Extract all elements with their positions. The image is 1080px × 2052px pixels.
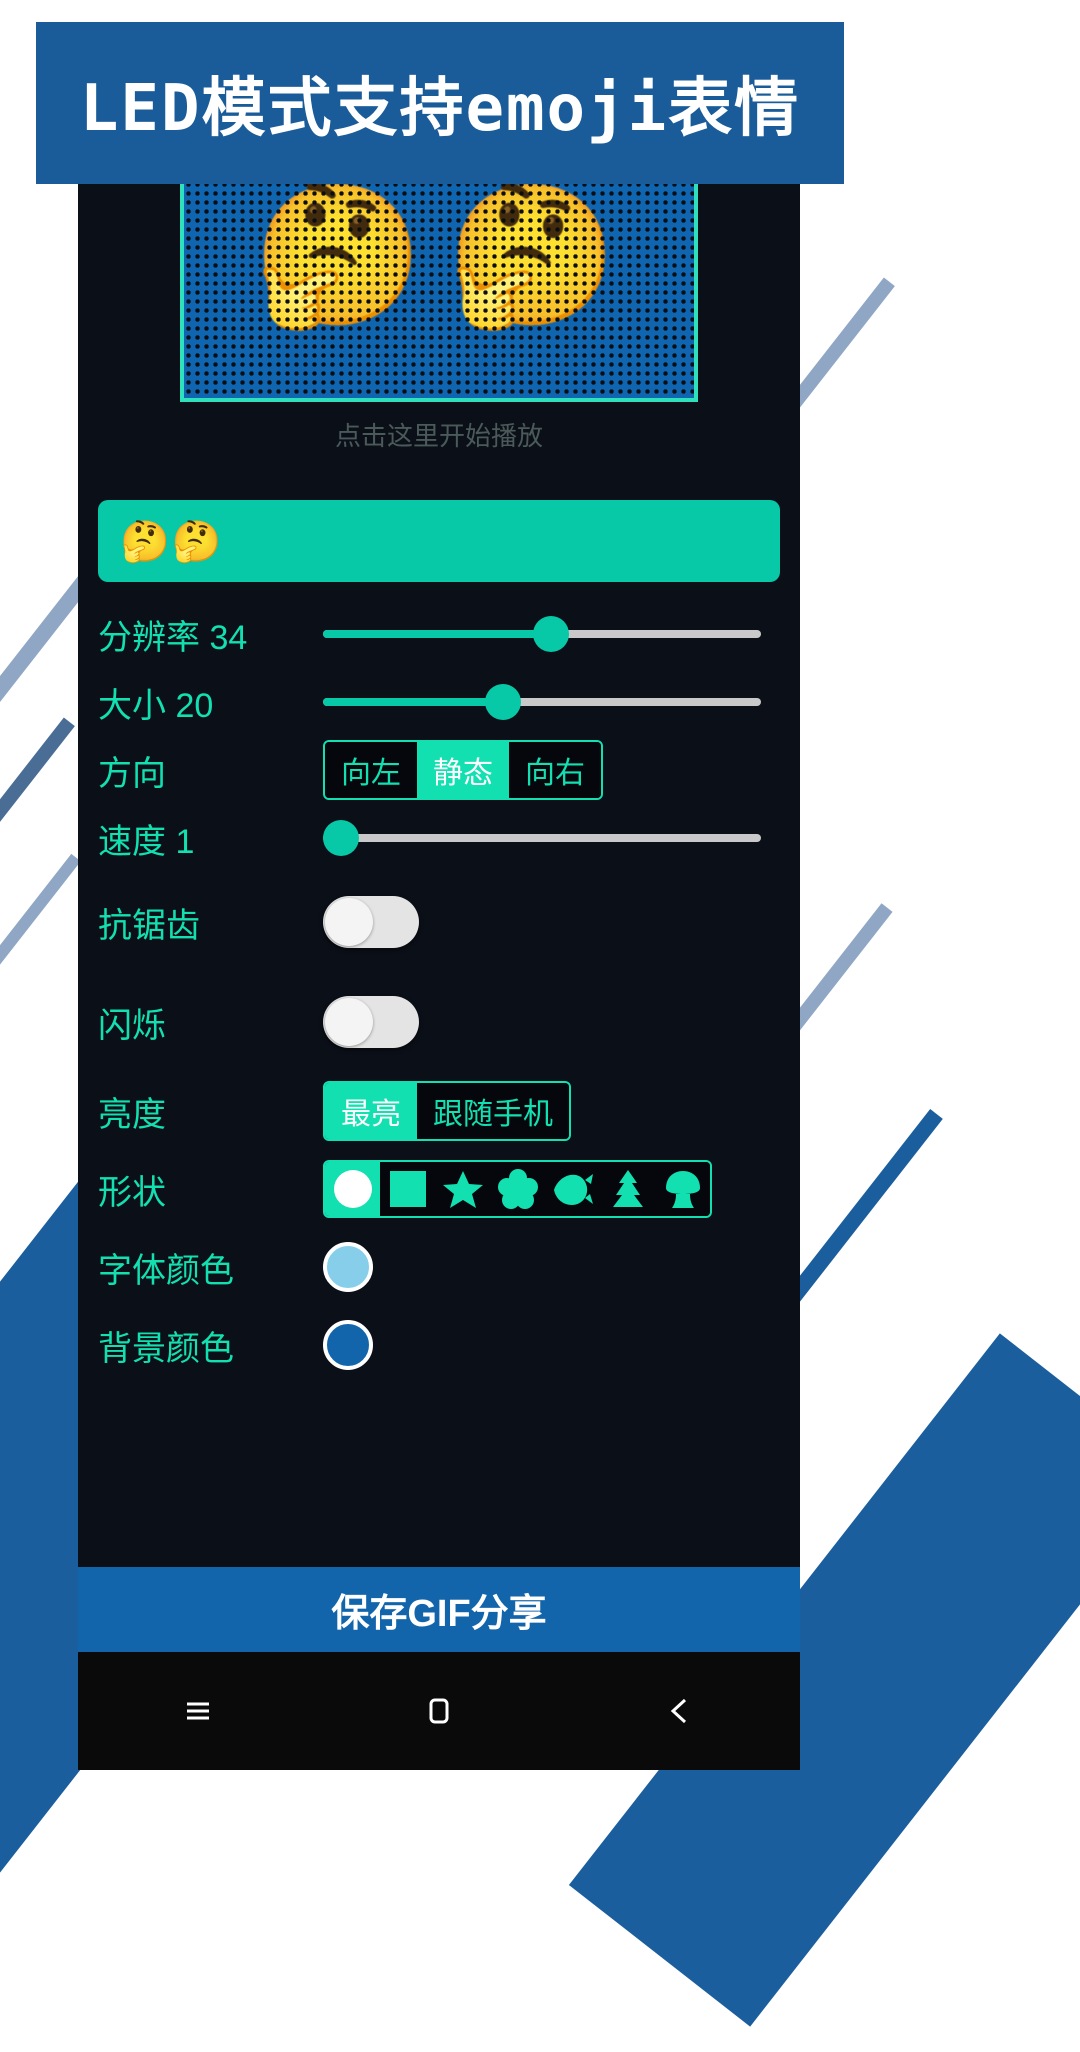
shape-option-square[interactable] [380,1162,435,1216]
direction-option-left[interactable]: 向左 [325,742,417,798]
toggle-knob [325,898,373,946]
square-icon [389,1171,426,1207]
app-screen: 🤔 🤔 点击这里开始播放 🤔🤔 分辨率 34 大小 20 [78,150,800,1770]
led-preview-area[interactable]: 🤔 🤔 点击这里开始播放 [78,150,800,470]
bg-color-swatch[interactable] [323,1320,373,1370]
shape-option-mushroom[interactable] [655,1162,710,1216]
promo-banner: LED模式支持emoji表情 [36,22,844,184]
blink-label: 闪烁 [98,1006,166,1045]
mushroom-icon [665,1171,700,1208]
speed-label: 速度 1 [98,822,195,861]
marquee-text-input[interactable]: 🤔🤔 [98,500,780,582]
back-icon[interactable] [635,1666,725,1756]
brightness-option-max[interactable]: 最亮 [325,1083,417,1139]
shape-selector[interactable] [323,1160,712,1218]
slider-thumb[interactable] [322,820,359,856]
shape-option-tree[interactable] [600,1162,655,1216]
home-icon[interactable] [394,1666,484,1756]
shape-label: 形状 [98,1173,166,1212]
bg-color-label: 背景颜色 [98,1329,234,1368]
settings-list: 分辨率 34 大小 20 方向 向左 静态 向右 速度 1 抗锯齿 闪烁 亮度 … [78,600,800,1384]
circle-icon [333,1170,372,1208]
brightness-option-follow-phone[interactable]: 跟随手机 [417,1083,569,1139]
android-navigation-bar [78,1652,800,1770]
clover-icon [497,1169,538,1209]
star-icon [442,1171,483,1208]
brightness-label: 亮度 [98,1095,166,1134]
row-resolution: 分辨率 34 [78,600,800,668]
shape-option-fish[interactable] [545,1162,600,1216]
slider-thumb[interactable] [532,616,569,652]
shape-option-circle[interactable] [325,1162,380,1216]
blink-toggle[interactable] [323,996,419,1048]
row-blink: 闪烁 [78,972,800,1072]
slider-fill [323,630,551,638]
led-matrix-panel[interactable]: 🤔 🤔 [180,150,698,402]
direction-option-static[interactable]: 静态 [417,742,509,798]
decor-stripe [0,853,81,1067]
fish-icon [553,1174,593,1205]
row-font-color: 字体颜色 [78,1228,800,1306]
shape-option-clover[interactable] [490,1162,545,1216]
tree-icon [612,1170,643,1207]
banner-title: LED模式支持emoji表情 [79,72,801,146]
decor-stripe [0,717,75,963]
row-size: 大小 20 [78,668,800,736]
antialias-toggle[interactable] [323,896,419,948]
slider-fill [323,698,503,706]
direction-option-right[interactable]: 向右 [509,742,601,798]
recents-icon[interactable] [153,1666,243,1756]
row-shape: 形状 [78,1150,800,1228]
slider-thumb[interactable] [484,684,521,720]
resolution-slider[interactable] [323,614,761,654]
play-hint-text: 点击这里开始播放 [334,421,543,451]
font-color-label: 字体颜色 [98,1251,234,1290]
direction-segmented-control[interactable]: 向左 静态 向右 [323,740,603,800]
speed-slider[interactable] [322,818,761,858]
led-dot-grid-overlay [184,150,694,398]
row-bg-color: 背景颜色 [78,1306,800,1384]
row-antialias: 抗锯齿 [78,872,800,972]
shape-option-star[interactable] [435,1162,490,1216]
size-slider[interactable] [323,682,761,722]
resolution-label: 分辨率 34 [98,618,248,657]
slider-track [323,834,761,842]
size-label: 大小 20 [98,686,214,725]
font-color-swatch[interactable] [323,1242,373,1292]
antialias-label: 抗锯齿 [98,906,200,945]
row-direction: 方向 向左 静态 向右 [78,736,800,804]
row-speed: 速度 1 [78,804,800,872]
direction-label: 方向 [98,754,166,793]
toggle-knob [325,998,373,1046]
row-brightness: 亮度 最亮 跟随手机 [78,1072,800,1150]
brightness-segmented-control[interactable]: 最亮 跟随手机 [323,1081,571,1141]
save-gif-share-button[interactable]: 保存GIF分享 [78,1567,800,1652]
